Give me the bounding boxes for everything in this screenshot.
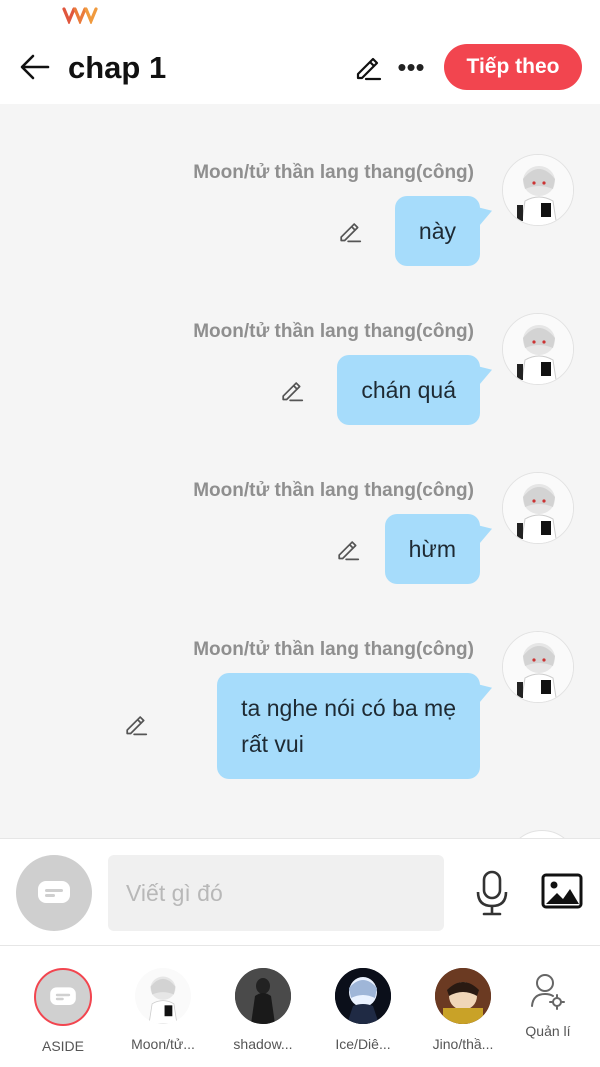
character-label: Moon/tử... [131, 1036, 195, 1052]
status-bar [0, 0, 600, 32]
character-avatar-image [503, 155, 573, 225]
character-avatar-image [235, 968, 291, 1024]
header: chap 1 ••• Tiếp theo [0, 32, 600, 104]
character-bar: ASIDE Moon/tử... shadow... Ice/Diê... Ji… [0, 946, 600, 1067]
avatar [335, 968, 391, 1024]
edit-button[interactable] [350, 50, 384, 84]
pencil-icon [340, 223, 362, 243]
character-label: ASIDE [41, 1038, 84, 1054]
page-title: chap 1 [68, 50, 167, 85]
character-label: Jino/thầ... [432, 1036, 494, 1052]
message-bubble[interactable]: hừm [384, 514, 480, 584]
edit-message-button[interactable] [332, 534, 362, 564]
character-avatar-image [135, 968, 191, 1024]
message-bubble[interactable]: này [394, 196, 480, 266]
avatar [135, 968, 191, 1024]
edit-message-button[interactable] [120, 709, 150, 739]
avatar[interactable] [502, 472, 574, 544]
chat-bubble-icon [50, 987, 76, 1005]
pencil-icon [356, 57, 382, 81]
message-author: Moon/tử thần lang thang(công) [193, 321, 474, 342]
message-author: Moon/tử thần lang thang(công) [193, 639, 474, 660]
character-shadow[interactable]: shadow... [215, 968, 311, 1058]
avatar [34, 968, 92, 1026]
character-avatar-image [503, 632, 573, 702]
microphone-icon [476, 870, 508, 916]
back-button[interactable] [18, 50, 52, 84]
chat-area[interactable]: Moon/tử thần lang thang(công) này Moon/t… [0, 104, 600, 838]
image-icon [541, 873, 583, 909]
avatar [435, 968, 491, 1024]
chat-bubble-icon [38, 881, 70, 903]
character-label: shadow... [233, 1036, 293, 1052]
avatar[interactable] [506, 830, 578, 838]
carrier-logo [62, 7, 98, 24]
avatar[interactable] [502, 154, 574, 226]
image-button[interactable] [540, 871, 584, 911]
arrow-left-icon [20, 54, 50, 80]
user-settings-icon [531, 974, 565, 1010]
pencil-icon [338, 541, 360, 561]
edit-message-button[interactable] [334, 216, 364, 246]
message-author: Moon/tử thần lang thang(công) [193, 162, 474, 183]
character-ice[interactable]: Ice/Diê... [315, 968, 411, 1058]
pencil-icon [126, 716, 148, 736]
avatar [235, 968, 291, 1024]
character-jino[interactable]: Jino/thầ... [415, 968, 511, 1058]
character-aside[interactable]: ASIDE [15, 968, 111, 1058]
message-composer [0, 838, 600, 946]
microphone-button[interactable] [472, 869, 512, 917]
avatar[interactable] [502, 313, 574, 385]
more-button[interactable]: ••• [394, 50, 428, 84]
more-horizontal-icon: ••• [397, 51, 425, 82]
character-avatar-image [435, 968, 491, 1024]
character-moon[interactable]: Moon/tử... [115, 968, 211, 1058]
message-author: Moon/tử thần lang thang(công) [193, 480, 474, 501]
message-bubble[interactable]: chán quá [337, 355, 480, 425]
pencil-icon [282, 382, 304, 402]
message-bubble[interactable]: ta nghe nói có ba mẹ rất vui [217, 673, 480, 779]
aside-toggle-button[interactable] [16, 855, 92, 931]
avatar[interactable] [502, 631, 574, 703]
character-avatar-image [503, 473, 573, 543]
next-chapter-button[interactable]: Tiếp theo [444, 44, 582, 90]
edit-message-button[interactable] [276, 375, 306, 405]
manage-button[interactable]: Quản lí [512, 972, 584, 1039]
manage-label: Quản lí [525, 1023, 571, 1039]
character-avatar-image [503, 314, 573, 384]
message-input[interactable] [108, 855, 444, 931]
character-avatar-image [335, 968, 391, 1024]
character-label: Ice/Diê... [335, 1036, 391, 1052]
